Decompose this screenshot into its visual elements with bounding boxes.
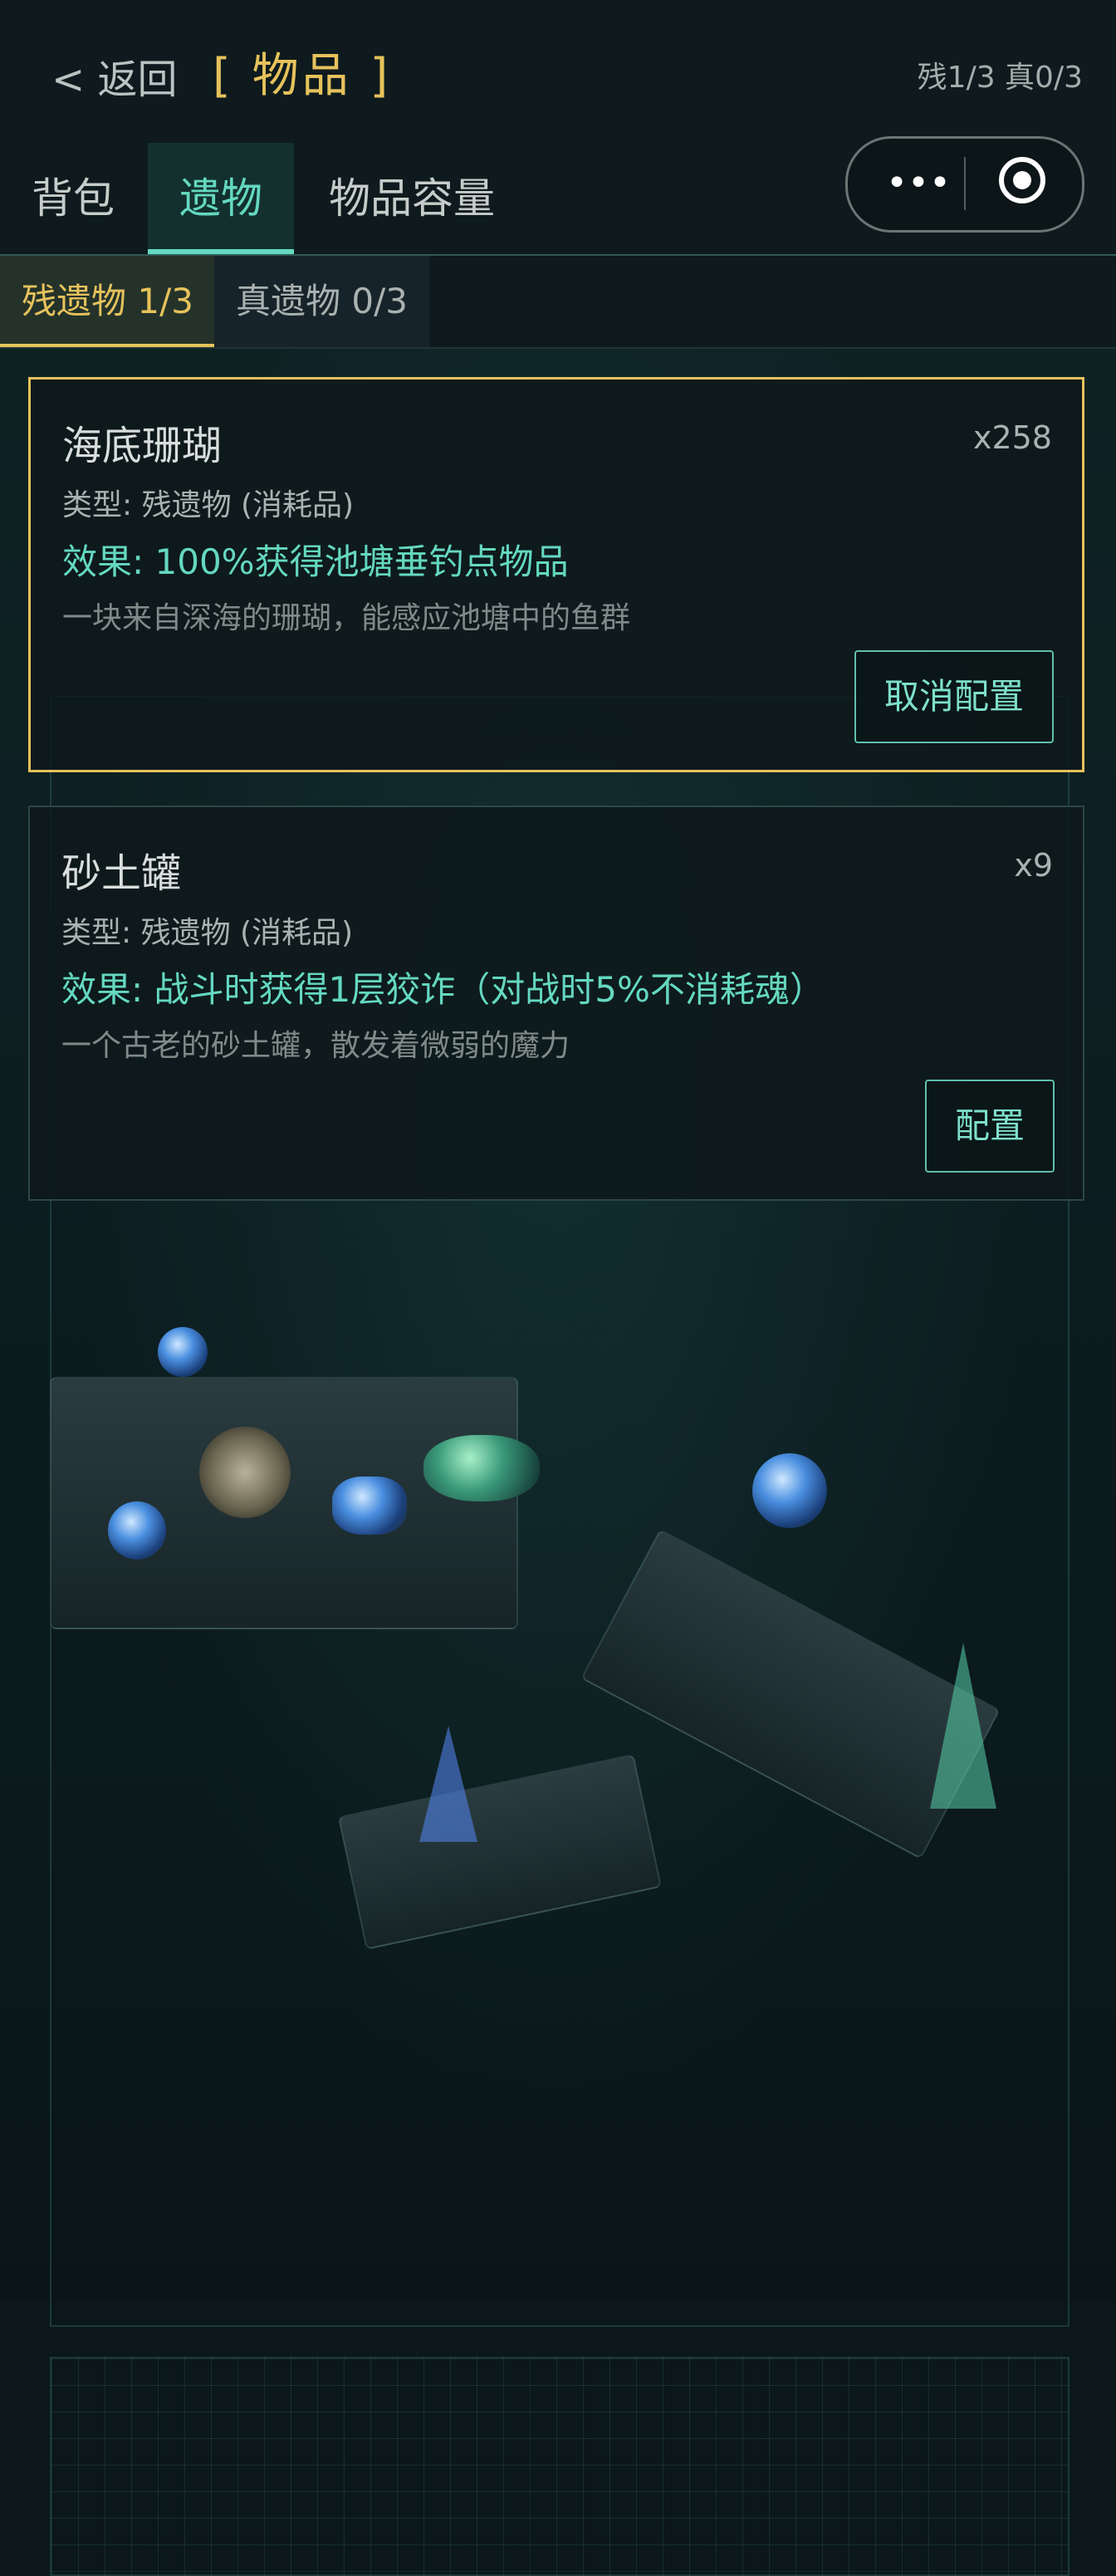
blue-orb: [158, 1327, 208, 1377]
more-dots-icon[interactable]: •••: [881, 160, 956, 207]
item-quantity: x9: [1014, 847, 1053, 884]
title-text: 物品: [252, 49, 352, 103]
subtab-bar: 残遗物 1/3 真遗物 0/3: [0, 256, 1116, 349]
blue-gem: [332, 1477, 407, 1535]
ruin-slab: [50, 1377, 518, 1629]
item-effect: 效果: 战斗时获得1层狡诈（对战时5%不消耗魂）: [61, 969, 825, 1010]
relic-counts: 残1/3 真0/3: [917, 61, 1083, 95]
item-type: 类型: 残遗物 (消耗品): [62, 488, 355, 522]
item-effect: 效果: 100%获得池塘垂钓点物品: [62, 541, 569, 582]
green-gem: [423, 1435, 540, 1501]
item-description: 一个古老的砂土罐，散发着微弱的魔力: [61, 1029, 570, 1063]
blue-orb: [752, 1453, 827, 1528]
miniprogram-capsule: •••: [845, 136, 1084, 233]
subtab-true-relics[interactable]: 真遗物 0/3: [214, 256, 429, 347]
compass: [199, 1427, 291, 1518]
background-grid: [50, 2357, 1070, 2576]
unequip-button[interactable]: 取消配置: [854, 650, 1054, 743]
green-crystal: [930, 1643, 996, 1809]
equip-button[interactable]: 配置: [924, 1080, 1055, 1173]
title-bracket-right: ]: [370, 49, 392, 103]
blue-crystal: [419, 1726, 477, 1842]
item-name: 海底珊瑚: [62, 423, 223, 469]
item-description: 一块来自深海的珊瑚，能感应池塘中的鱼群: [62, 601, 631, 635]
subtab-residual-relics[interactable]: 残遗物 1/3: [0, 256, 215, 347]
top-bar: < 返回 [ 物品 ] 残1/3 真0/3: [0, 0, 1116, 144]
item-card[interactable]: 砂土罐 x9 类型: 残遗物 (消耗品) 效果: 战斗时获得1层狡诈（对战时5%…: [28, 806, 1084, 1201]
target-icon[interactable]: [999, 157, 1045, 203]
tab-capacity[interactable]: 物品容量: [297, 143, 526, 254]
back-button[interactable]: < 返回: [51, 47, 177, 105]
item-card[interactable]: 海底珊瑚 x258 类型: 残遗物 (消耗品) 效果: 100%获得池塘垂钓点物…: [28, 377, 1084, 772]
tab-backpack[interactable]: 背包: [0, 143, 146, 254]
title-bracket-left: [: [213, 49, 234, 103]
blue-orb: [108, 1501, 166, 1560]
item-quantity: x258: [972, 419, 1052, 456]
item-name: 砂土罐: [61, 850, 182, 897]
capsule-divider: [964, 157, 966, 210]
item-type: 类型: 残遗物 (消耗品): [61, 916, 354, 950]
tab-relics[interactable]: 遗物: [148, 143, 294, 254]
page-title: [ 物品 ]: [213, 38, 391, 105]
